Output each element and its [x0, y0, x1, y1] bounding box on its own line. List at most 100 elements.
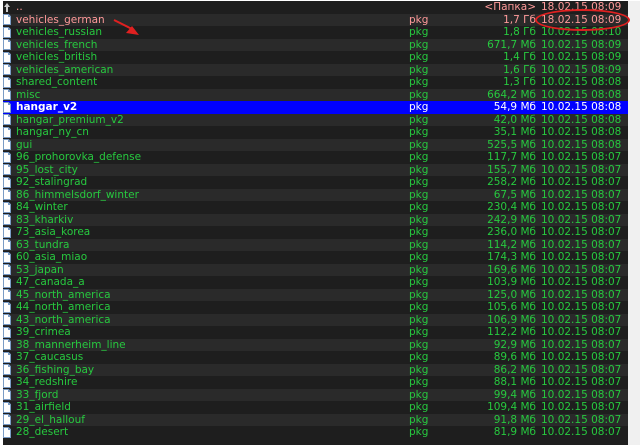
document-icon	[3, 64, 11, 75]
file-date: 10.02.15 08:09	[541, 63, 622, 76]
file-name: 29_el_hallouf	[16, 413, 85, 426]
file-row[interactable]: 73_asia_korea pkg 236,0 Мб 10.02.15 08:07	[3, 226, 628, 239]
file-size: 242,9 Мб	[487, 213, 536, 226]
scrollbar[interactable]	[628, 1, 640, 445]
file-row[interactable]: vehicles_russian pkg 1,8 Гб 10.02.15 08:10	[3, 26, 628, 39]
file-extension: pkg	[409, 151, 429, 163]
file-date: 10.02.15 08:07	[541, 401, 622, 413]
file-name: gui	[16, 138, 33, 151]
file-size: 174,3 Мб	[487, 251, 536, 263]
file-size: 114,2 Мб	[487, 238, 536, 251]
file-row[interactable]: 39_crimea pkg 112,2 Мб 10.02.15 08:07	[3, 326, 628, 339]
file-name: vehicles_french	[16, 38, 98, 51]
file-row[interactable]: 37_caucasus pkg 89,6 Мб 10.02.15 08:07	[3, 351, 628, 364]
file-extension: pkg	[409, 238, 429, 251]
file-name: 44_north_america	[16, 301, 111, 313]
file-row[interactable]: 53_japan pkg 169,6 Мб 10.02.15 08:07	[3, 263, 628, 276]
file-name: 34_redshire	[16, 376, 78, 388]
document-icon	[3, 214, 11, 225]
file-size: 92,9 Мб	[493, 338, 536, 351]
file-date: 10.02.15 08:07	[541, 213, 622, 226]
file-name: 95_lost_city	[16, 163, 78, 176]
file-date: 10.02.15 08:07	[541, 388, 622, 401]
file-row[interactable]: 95_lost_city pkg 155,7 Мб 10.02.15 08:07	[3, 163, 628, 176]
parent-directory-row[interactable]: .. <Папка> 18.02.15 08:09	[3, 1, 628, 14]
file-size: 671,7 Мб	[487, 38, 536, 51]
file-row[interactable]: 28_desert pkg 81,9 Мб 10.02.15 08:07	[3, 426, 628, 439]
file-size: 105,6 Мб	[487, 301, 536, 313]
file-extension: pkg	[409, 38, 429, 51]
folder-date: 18.02.15 08:09	[541, 1, 622, 13]
file-extension: pkg	[409, 138, 429, 151]
file-row[interactable]: 33_fjord pkg 99,4 Мб 10.02.15 08:07	[3, 388, 628, 401]
file-row[interactable]: 47_canada_a pkg 103,9 Мб 10.02.15 08:07	[3, 276, 628, 289]
file-extension: pkg	[409, 126, 429, 138]
document-icon	[3, 289, 11, 300]
file-name: 36_fishing_bay	[16, 363, 95, 376]
file-size: 42,0 Мб	[493, 113, 536, 126]
file-date: 10.02.15 08:07	[541, 413, 622, 426]
document-icon	[3, 14, 11, 25]
file-row[interactable]: hangar_premium_v2 pkg 42,0 Мб 10.02.15 08:0…	[3, 113, 628, 126]
file-row[interactable]: 29_el_hallouf pkg 91,8 Мб 10.02.15 08:07	[3, 413, 628, 426]
file-date: 10.02.15 08:07	[541, 326, 622, 338]
file-row[interactable]: 84_winter pkg 230,4 Мб 10.02.15 08:07	[3, 201, 628, 214]
file-extension: pkg	[409, 213, 429, 226]
file-row[interactable]: 45_north_america pkg 125,0 Мб 10.02.15 08:0…	[3, 288, 628, 301]
file-row[interactable]: vehicles_british pkg 1,4 Гб 10.02.15 08:09	[3, 51, 628, 64]
file-row[interactable]: 60_asia_miao pkg 174,3 Мб 10.02.15 08:07	[3, 251, 628, 264]
file-extension: pkg	[409, 351, 429, 363]
file-row[interactable]: gui pkg 525,5 Мб 10.02.15 08:08	[3, 138, 628, 151]
file-row[interactable]: 92_stalingrad pkg 258,2 Мб 10.02.15 08:07	[3, 176, 628, 189]
file-row[interactable]: vehicles_french pkg 671,7 Мб 10.02.15 08:09	[3, 38, 628, 51]
file-date: 10.02.15 08:08	[541, 138, 622, 151]
file-date: 10.02.15 08:08	[541, 101, 622, 113]
file-date: 10.02.15 08:08	[541, 126, 622, 138]
file-size: 67,5 Мб	[493, 188, 536, 201]
file-name: vehicles_american	[16, 63, 114, 76]
file-size: 155,7 Мб	[487, 163, 536, 176]
file-row[interactable]: 86_himmelsdorf_winter pkg 67,5 Мб 10.02.15 …	[3, 188, 628, 201]
file-name: vehicles_british	[16, 51, 98, 63]
file-row[interactable]: 38_mannerheim_line pkg 92,9 Мб 10.02.15 08:…	[3, 338, 628, 351]
document-icon	[3, 114, 11, 125]
file-size: 106,9 Мб	[487, 313, 536, 326]
file-row[interactable]: hangar_ny_cn pkg 35,1 Мб 10.02.15 08:08	[3, 126, 628, 139]
file-panel[interactable]: .. <Папка> 18.02.15 08:09 vehicles_germa…	[3, 1, 628, 445]
file-extension: pkg	[409, 338, 429, 351]
file-extension: pkg	[409, 176, 429, 188]
file-name: 73_asia_korea	[16, 226, 91, 238]
file-name: 31_airfield	[16, 401, 71, 413]
file-row[interactable]: 31_airfield pkg 109,4 Мб 10.02.15 08:07	[3, 401, 628, 414]
file-name: vehicles_german	[16, 13, 105, 26]
file-size: 117,7 Мб	[487, 151, 536, 163]
file-row[interactable]: 44_north_america pkg 105,6 Мб 10.02.15 08:0…	[3, 301, 628, 314]
file-row[interactable]: vehicles_american pkg 1,6 Гб 10.02.15 08:09	[3, 63, 628, 76]
file-name: 63_tundra	[16, 238, 70, 251]
file-row[interactable]: 34_redshire pkg 88,1 Мб 10.02.15 08:07	[3, 376, 628, 389]
file-row[interactable]: 96_prohorovka_defense pkg 117,7 Мб 10.02.15…	[3, 151, 628, 164]
file-date: 10.02.15 08:07	[541, 188, 622, 201]
file-size: 89,6 Мб	[493, 351, 536, 363]
file-row[interactable]: shared_content pkg 1,3 Гб 10.02.15 08:08	[3, 76, 628, 89]
file-row[interactable]: 63_tundra pkg 114,2 Мб 10.02.15 08:07	[3, 238, 628, 251]
document-icon	[3, 301, 11, 313]
file-size: 1,4 Гб	[503, 51, 536, 63]
file-row[interactable]: misc pkg 664,2 Мб 10.02.15 08:08	[3, 88, 628, 101]
file-name: hangar_ny_cn	[16, 126, 89, 138]
document-icon	[3, 251, 11, 263]
document-icon	[3, 101, 11, 113]
file-row[interactable]: hangar_v2 pkg 54,9 Мб 10.02.15 08:08	[3, 101, 628, 114]
file-row[interactable]: 43_north_america pkg 106,9 Мб 10.02.15 08:0…	[3, 313, 628, 326]
document-icon	[3, 351, 11, 363]
file-row[interactable]: vehicles_german pkg 1,7 Гб 18.02.15 08:09	[3, 13, 628, 26]
file-date: 10.02.15 08:07	[541, 251, 622, 263]
file-extension: pkg	[409, 13, 429, 26]
file-row[interactable]: 36_fishing_bay pkg 86,2 Мб 10.02.15 08:07	[3, 363, 628, 376]
file-extension: pkg	[409, 201, 429, 213]
file-size: 99,4 Мб	[493, 388, 536, 401]
file-row[interactable]: 83_kharkiv pkg 242,9 Мб 10.02.15 08:07	[3, 213, 628, 226]
file-date: 10.02.15 08:07	[541, 151, 622, 163]
file-name: 84_winter	[16, 201, 68, 213]
file-extension: pkg	[409, 326, 429, 338]
